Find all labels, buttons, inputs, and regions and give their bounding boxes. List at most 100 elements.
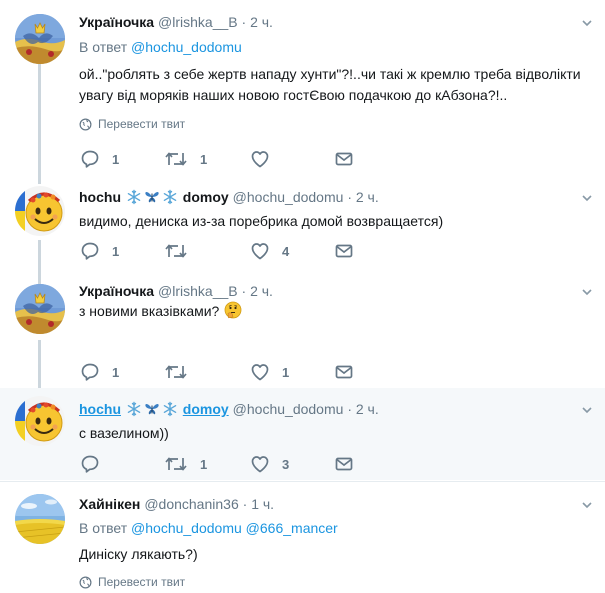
retweet-icon xyxy=(164,149,188,169)
heart-icon xyxy=(250,362,270,382)
tweet-header: hochu domoy @hochu_dodomu · 2 ч. xyxy=(79,188,379,206)
chevron-down-icon[interactable] xyxy=(581,499,593,511)
display-name-part[interactable]: hochu xyxy=(79,401,121,417)
like-count: 3 xyxy=(282,456,290,472)
tweet-text-body: з новими вказівками? xyxy=(79,303,220,319)
reply-prefix: В ответ xyxy=(79,520,128,536)
display-name-part[interactable]: domoy xyxy=(183,189,229,205)
tweet-header: Хайнікен @donchanin36 · 1 ч. xyxy=(79,495,274,513)
separator-dot: · xyxy=(241,283,247,299)
reply-count: 1 xyxy=(112,243,120,259)
heart-icon xyxy=(250,241,270,261)
separator-dot: · xyxy=(347,189,352,205)
timestamp[interactable]: 2 ч. xyxy=(250,283,273,299)
timestamp[interactable]: 2 ч. xyxy=(250,14,273,30)
tweet-actions: 1 1 xyxy=(80,149,380,169)
retweet-count: 1 xyxy=(200,456,208,472)
tweet[interactable]: Україночка @lrishka__B · 2 ч. з новими вк… xyxy=(0,270,605,388)
snowflake-icon xyxy=(126,401,142,417)
dm-button[interactable] xyxy=(334,149,354,169)
user-handle[interactable]: @donchanin36 xyxy=(144,496,238,512)
avatar[interactable] xyxy=(15,284,65,334)
tweet-actions: 1 3 xyxy=(80,454,380,474)
snowflake-icon xyxy=(126,189,142,205)
reply-button[interactable]: 1 xyxy=(80,362,119,382)
reply-context: В ответ @hochu_dodomu xyxy=(79,39,242,55)
chevron-down-icon[interactable] xyxy=(581,404,593,416)
user-handle[interactable]: @lrishka__B xyxy=(158,283,238,299)
reply-button[interactable] xyxy=(80,454,112,474)
user-handle[interactable]: @lrishka__B xyxy=(158,14,238,30)
avatar[interactable] xyxy=(15,494,65,544)
separator-dot: · xyxy=(242,496,248,512)
like-button[interactable]: 4 xyxy=(250,241,289,261)
tweet[interactable]: Україночка @lrishka__B · 2 ч. В ответ @ho… xyxy=(0,0,605,180)
reply-icon xyxy=(80,454,100,474)
thinking-face-icon xyxy=(224,301,242,319)
display-name[interactable]: Україночка xyxy=(79,283,154,299)
heart-icon xyxy=(250,149,270,169)
user-handle[interactable]: @hochu_dodomu xyxy=(233,189,344,205)
envelope-icon xyxy=(334,362,354,382)
reply-button[interactable]: 1 xyxy=(80,241,119,261)
translate-label: Перевести твит xyxy=(98,117,186,131)
reply-button[interactable]: 1 xyxy=(80,149,119,169)
like-count: 4 xyxy=(282,243,290,259)
display-name[interactable]: Україночка xyxy=(79,14,154,30)
like-button[interactable] xyxy=(250,149,282,169)
tweet[interactable]: Хайнікен @donchanin36 · 1 ч. В ответ @hoc… xyxy=(0,482,605,593)
tweet-text: Диніску лякають?) xyxy=(79,546,198,562)
avatar[interactable] xyxy=(15,396,65,446)
tweet-text: с вазелином)) xyxy=(79,425,169,441)
chevron-down-icon[interactable] xyxy=(581,286,593,298)
dm-button[interactable] xyxy=(334,454,354,474)
envelope-icon xyxy=(334,149,354,169)
mention-link[interactable]: @666_mancer xyxy=(246,520,338,536)
like-button[interactable]: 1 xyxy=(250,362,289,382)
user-handle[interactable]: @hochu_dodomu xyxy=(233,401,344,417)
chevron-down-icon[interactable] xyxy=(581,192,593,204)
tweet-header: hochu domoy @hochu_dodomu · 2 ч. xyxy=(79,400,379,418)
globe-icon xyxy=(79,576,92,589)
reply-icon xyxy=(80,149,100,169)
retweet-button[interactable] xyxy=(164,362,200,382)
reply-icon xyxy=(80,362,100,382)
retweet-icon xyxy=(164,454,188,474)
retweet-button[interactable] xyxy=(164,241,200,261)
dm-button[interactable] xyxy=(334,362,354,382)
separator-dot: · xyxy=(241,14,247,30)
avatar[interactable] xyxy=(15,14,65,64)
tweet-text: ой.."роблять з себе жертв нападу хунти"?… xyxy=(79,66,581,103)
translate-link[interactable]: Перевести твит xyxy=(79,575,185,589)
timestamp[interactable]: 2 ч. xyxy=(356,401,379,417)
tweet-header: Україночка @lrishka__B · 2 ч. xyxy=(79,13,273,31)
retweet-button[interactable]: 1 xyxy=(164,454,207,474)
retweet-icon xyxy=(164,362,188,382)
separator-dot: · xyxy=(347,401,352,417)
display-name-part[interactable]: domoy xyxy=(183,401,229,417)
snowflake-icon xyxy=(162,401,178,417)
snowflake-icon xyxy=(162,189,178,205)
tweet[interactable]: hochu domoy @hochu_dodomu · 2 ч. видимо, … xyxy=(0,180,605,270)
mention-link[interactable]: @hochu_dodomu xyxy=(131,39,242,55)
chevron-down-icon[interactable] xyxy=(581,17,593,29)
tweet-actions: 1 4 xyxy=(80,241,380,261)
tweet[interactable]: hochu domoy @hochu_dodomu · 2 ч. с вазели… xyxy=(0,388,605,480)
reply-icon xyxy=(80,241,100,261)
like-count: 1 xyxy=(282,364,290,380)
like-button[interactable]: 3 xyxy=(250,454,289,474)
display-name[interactable]: Хайнікен xyxy=(79,496,140,512)
retweet-icon xyxy=(164,241,188,261)
timestamp[interactable]: 1 ч. xyxy=(251,496,274,512)
dm-button[interactable] xyxy=(334,241,354,261)
butterfly-icon xyxy=(144,401,160,417)
display-name-part[interactable]: hochu xyxy=(79,189,121,205)
tweet-header: Україночка @lrishka__B · 2 ч. xyxy=(79,282,273,300)
retweet-button[interactable]: 1 xyxy=(164,149,207,169)
avatar[interactable] xyxy=(15,186,65,236)
globe-icon xyxy=(79,118,92,131)
timestamp[interactable]: 2 ч. xyxy=(356,189,379,205)
mention-link[interactable]: @hochu_dodomu xyxy=(131,520,242,536)
translate-link[interactable]: Перевести твит xyxy=(79,117,185,131)
heart-icon xyxy=(250,454,270,474)
